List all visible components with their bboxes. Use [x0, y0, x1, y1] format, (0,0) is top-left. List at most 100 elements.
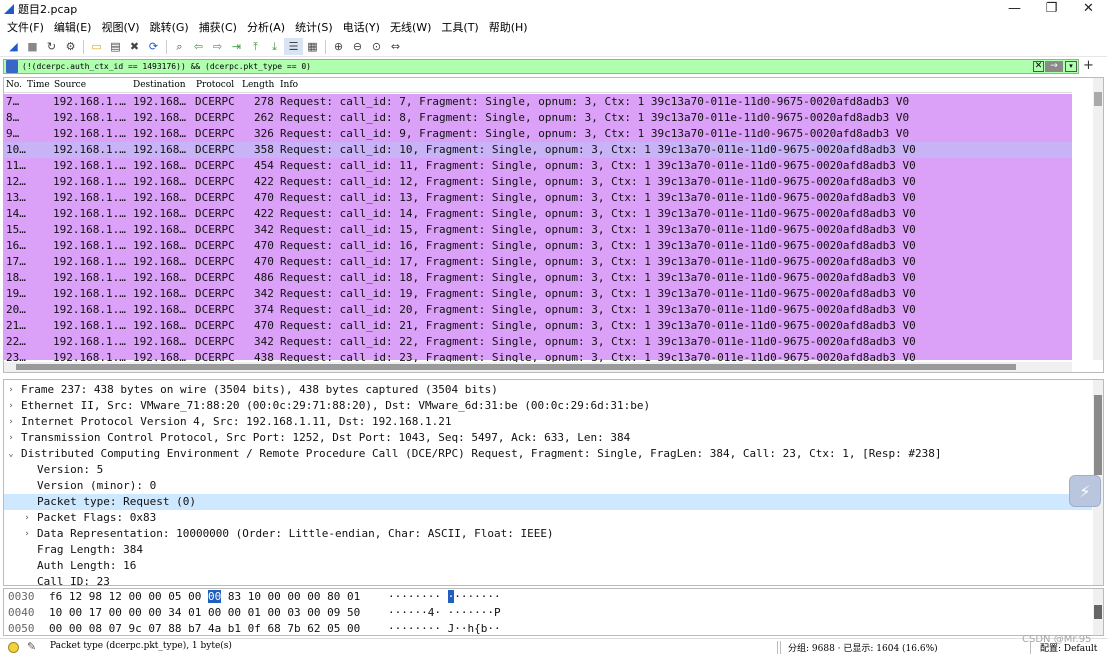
- menu-statistics[interactable]: 统计(S): [291, 19, 339, 35]
- packet-row[interactable]: 17… 192.168.1.… 192.168… DCERPC 470 Request: …: [4, 254, 1072, 270]
- capture-comment-icon[interactable]: ✎: [27, 640, 36, 653]
- save-file-icon[interactable]: ▤: [106, 38, 125, 55]
- detail-tree-item[interactable]: › Data Representation: 10000000 (Order: L…: [4, 526, 1092, 542]
- packet-row[interactable]: 19… 192.168.1.… 192.168… DCERPC 342 Request: …: [4, 286, 1072, 302]
- packet-row[interactable]: 11… 192.168.1.… 192.168… DCERPC 454 Request: …: [4, 158, 1072, 174]
- menu-file[interactable]: 文件(F): [3, 19, 50, 35]
- go-to-packet-icon[interactable]: ⇥: [227, 38, 246, 55]
- colorize-icon[interactable]: ▦: [303, 38, 322, 55]
- packet-list-vertical-scroll-thumb[interactable]: [1094, 92, 1102, 106]
- menu-wireless[interactable]: 无线(W): [386, 19, 437, 35]
- zoom-in-icon[interactable]: ⊕: [329, 38, 348, 55]
- packet-row[interactable]: 22… 192.168.1.… 192.168… DCERPC 342 Request: …: [4, 334, 1072, 350]
- column-header-source[interactable]: Source: [54, 80, 86, 90]
- open-file-icon[interactable]: ▭: [87, 38, 106, 55]
- column-header-length[interactable]: Length: [242, 80, 274, 90]
- packet-row[interactable]: 8… 192.168.1.… 192.168… DCERPC 262 Request: c…: [4, 110, 1072, 126]
- reload-file-icon[interactable]: ⟳: [144, 38, 163, 55]
- restore-button[interactable]: ❐: [1033, 0, 1070, 17]
- zoom-out-icon[interactable]: ⊖: [348, 38, 367, 55]
- packet-row[interactable]: 9… 192.168.1.… 192.168… DCERPC 326 Request: c…: [4, 126, 1072, 142]
- clear-filter-icon[interactable]: ✕: [1033, 61, 1044, 72]
- auto-scroll-icon[interactable]: ☰: [284, 38, 303, 55]
- detail-tree-item[interactable]: Version: 5: [4, 462, 1092, 478]
- close-button[interactable]: ✕: [1070, 0, 1107, 17]
- menu-go[interactable]: 跳转(G): [146, 19, 195, 35]
- packet-list-horizontal-scroll-thumb[interactable]: [16, 364, 1016, 370]
- menu-edit[interactable]: 编辑(E): [50, 19, 98, 35]
- collapsed-chevron-icon[interactable]: ›: [6, 382, 16, 398]
- collapsed-chevron-icon[interactable]: ›: [6, 414, 16, 430]
- detail-tree-item[interactable]: Auth Length: 16: [4, 558, 1092, 574]
- expanded-chevron-icon[interactable]: ⌄: [6, 446, 16, 462]
- packet-bytes-vertical-scrollbar[interactable]: [1093, 589, 1103, 635]
- column-header-time[interactable]: Time: [27, 80, 50, 90]
- column-header-no[interactable]: No.: [6, 80, 22, 90]
- bytes-ascii[interactable]: ········ J··h{b··: [388, 621, 501, 635]
- menu-telephony[interactable]: 电话(Y): [339, 19, 386, 35]
- display-filter-input[interactable]: (!(dcerpc.auth_ctx_id == 1493176)) && (d…: [3, 59, 1079, 74]
- collapsed-chevron-icon[interactable]: ›: [6, 398, 16, 414]
- packet-no-cell: 15…: [6, 223, 26, 236]
- collapsed-chevron-icon[interactable]: ›: [6, 430, 16, 446]
- go-first-icon[interactable]: ⤒: [246, 38, 265, 55]
- packet-list-vertical-scrollbar[interactable]: [1093, 78, 1103, 360]
- packet-row[interactable]: 18… 192.168.1.… 192.168… DCERPC 486 Request: …: [4, 270, 1072, 286]
- add-filter-button-icon[interactable]: +: [1083, 58, 1094, 74]
- detail-tree-item[interactable]: Frag Length: 384: [4, 542, 1092, 558]
- packet-bytes-vertical-scroll-thumb[interactable]: [1094, 605, 1102, 619]
- menu-tools[interactable]: 工具(T): [437, 19, 484, 35]
- packet-row[interactable]: 7… 192.168.1.… 192.168… DCERPC 278 Request: c…: [4, 94, 1072, 110]
- collapsed-chevron-icon[interactable]: ›: [22, 526, 32, 542]
- go-forward-icon[interactable]: ⇨: [208, 38, 227, 55]
- packet-row[interactable]: 14… 192.168.1.… 192.168… DCERPC 422 Request: …: [4, 206, 1072, 222]
- go-last-icon[interactable]: ⤓: [265, 38, 284, 55]
- column-header-info[interactable]: Info: [280, 80, 298, 90]
- packet-details-vertical-scroll-thumb[interactable]: [1094, 395, 1102, 475]
- apply-filter-icon[interactable]: →: [1045, 61, 1063, 72]
- detail-tree-item[interactable]: › Packet Flags: 0x83: [4, 510, 1092, 526]
- packet-row[interactable]: 20… 192.168.1.… 192.168… DCERPC 374 Request: …: [4, 302, 1072, 318]
- floating-assistant-icon[interactable]: ⚡: [1069, 475, 1101, 507]
- close-file-icon[interactable]: ✖: [125, 38, 144, 55]
- collapsed-chevron-icon[interactable]: ›: [22, 510, 32, 526]
- shark-fin-start-icon[interactable]: ◢: [4, 38, 23, 55]
- resize-columns-icon[interactable]: ⇔: [386, 38, 405, 55]
- menu-view[interactable]: 视图(V): [97, 19, 145, 35]
- menu-analyze[interactable]: 分析(A): [243, 19, 291, 35]
- menu-capture[interactable]: 捕获(C): [195, 19, 243, 35]
- bytes-hex[interactable]: f6 12 98 12 00 00 05 00 00 83 10 00 00 0…: [49, 589, 360, 605]
- stop-capture-icon[interactable]: ■: [23, 38, 42, 55]
- detail-tree-item[interactable]: ⌄ Distributed Computing Environment / Rem…: [4, 446, 1092, 462]
- packet-row[interactable]: 15… 192.168.1.… 192.168… DCERPC 342 Request: …: [4, 222, 1072, 238]
- menu-help[interactable]: 帮助(H): [485, 19, 534, 35]
- find-packet-icon[interactable]: ⌕: [170, 38, 189, 55]
- packet-row[interactable]: 10… 192.168.1.… 192.168… DCERPC 358 Request: …: [4, 142, 1072, 158]
- bytes-ascii[interactable]: ······4· ·······P: [388, 605, 501, 621]
- zoom-normal-icon[interactable]: ⊙: [367, 38, 386, 55]
- go-back-icon[interactable]: ⇦: [189, 38, 208, 55]
- filter-history-dropdown-icon[interactable]: ▾: [1065, 61, 1077, 72]
- minimize-button[interactable]: —: [996, 0, 1033, 17]
- detail-tree-item[interactable]: › Frame 237: 438 bytes on wire (3504 bits…: [4, 382, 1092, 398]
- column-header-destination[interactable]: Destination: [133, 80, 186, 90]
- column-header-protocol[interactable]: Protocol: [196, 80, 234, 90]
- restart-capture-icon[interactable]: ↻: [42, 38, 61, 55]
- filter-bookmark-icon[interactable]: [6, 60, 18, 73]
- capture-options-icon[interactable]: ⚙: [61, 38, 80, 55]
- detail-tree-item[interactable]: › Ethernet II, Src: VMware_71:88:20 (00:0…: [4, 398, 1092, 414]
- bytes-hex[interactable]: 00 00 08 07 9c 07 88 b7 4a b1 0f 68 7b 6…: [49, 621, 360, 635]
- packet-list-horizontal-scrollbar[interactable]: [4, 362, 1072, 372]
- detail-tree-item[interactable]: › Transmission Control Protocol, Src Port…: [4, 430, 1092, 446]
- detail-tree-item[interactable]: Call ID: 23: [4, 574, 1092, 585]
- bytes-hex[interactable]: 10 00 17 00 00 00 34 01 00 00 01 00 03 0…: [49, 605, 360, 621]
- packet-row[interactable]: 21… 192.168.1.… 192.168… DCERPC 470 Request: …: [4, 318, 1072, 334]
- detail-tree-item[interactable]: Packet type: Request (0): [4, 494, 1092, 510]
- detail-tree-item[interactable]: Version (minor): 0: [4, 478, 1092, 494]
- packet-row[interactable]: 13… 192.168.1.… 192.168… DCERPC 470 Request: …: [4, 190, 1072, 206]
- packet-row[interactable]: 16… 192.168.1.… 192.168… DCERPC 470 Request: …: [4, 238, 1072, 254]
- packet-row[interactable]: 12… 192.168.1.… 192.168… DCERPC 422 Request: …: [4, 174, 1072, 190]
- expert-info-indicator-icon[interactable]: [8, 642, 19, 653]
- detail-tree-item[interactable]: › Internet Protocol Version 4, Src: 192.1…: [4, 414, 1092, 430]
- bytes-ascii[interactable]: ········ ········: [388, 589, 501, 605]
